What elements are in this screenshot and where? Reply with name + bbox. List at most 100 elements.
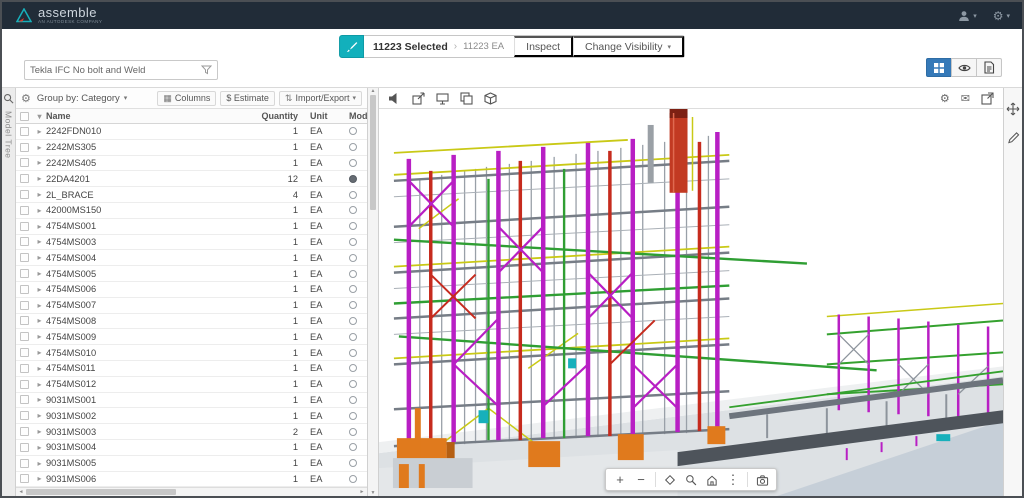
viewer-settings-gear-icon[interactable]: ⚙ [940,92,950,105]
row-checkbox[interactable] [20,206,29,215]
change-visibility-button[interactable]: Change Visibility ▾ [573,36,684,57]
column-header-quantity[interactable]: Quantity [245,111,303,121]
cube-icon[interactable] [484,92,497,105]
header-caret-down-icon[interactable]: ▾ [33,112,46,121]
row-checkbox[interactable] [20,395,29,404]
vertical-scroll-thumb[interactable] [370,95,376,210]
expand-caret-icon[interactable]: ▸ [33,332,46,341]
row-checkbox[interactable] [20,269,29,278]
expand-caret-icon[interactable]: ▸ [33,253,46,262]
row-checkbox[interactable] [20,285,29,294]
scroll-left-icon[interactable]: ◄ [16,489,26,495]
open-external-icon[interactable] [981,92,994,105]
grid-view-button[interactable] [926,58,952,77]
expand-caret-icon[interactable]: ▸ [33,206,46,215]
inspect-button[interactable]: Inspect [514,36,573,57]
expand-caret-icon[interactable]: ▸ [33,459,46,468]
row-checkbox[interactable] [20,332,29,341]
estimate-button[interactable]: $ Estimate [220,91,275,106]
expand-caret-icon[interactable]: ▸ [33,127,46,136]
settings-menu[interactable]: ⚙ ▾ [993,9,1010,23]
announce-icon[interactable] [388,92,401,105]
table-row[interactable]: ▸ 9031MS004 1 EA [16,440,367,456]
search-input[interactable] [30,65,201,76]
group-by-dropdown[interactable]: Group by: Category ▾ [37,93,127,104]
model-3d-scene[interactable] [379,109,1003,496]
user-menu[interactable]: ▾ [958,10,977,22]
table-row[interactable]: ▸ 9031MS003 2 EA [16,424,367,440]
row-checkbox[interactable] [20,158,29,167]
home-view-button[interactable] [702,470,722,489]
expand-caret-icon[interactable]: ▸ [33,237,46,246]
document-view-button[interactable] [976,58,1002,77]
table-row[interactable]: ▸ 4754MS007 1 EA [16,298,367,314]
table-row[interactable]: ▸ 4754MS012 1 EA [16,377,367,393]
export-view-icon[interactable] [412,92,425,105]
scroll-up-icon[interactable]: ▲ [368,88,378,94]
filter-funnel-icon[interactable] [201,65,212,75]
monitor-icon[interactable] [436,92,449,105]
import-export-button[interactable]: ⇅ Import/Export ▾ [279,91,362,106]
horizontal-scroll-thumb[interactable] [26,489,176,495]
table-row[interactable]: ▸ 4754MS009 1 EA [16,329,367,345]
expand-caret-icon[interactable]: ▸ [33,143,46,152]
table-row[interactable]: ▸ 9031MS002 1 EA [16,408,367,424]
more-options-button[interactable]: ⋮ [723,470,743,489]
row-checkbox[interactable] [20,143,29,152]
expand-caret-icon[interactable]: ▸ [33,443,46,452]
expand-caret-icon[interactable]: ▸ [33,380,46,389]
zoom-out-button[interactable]: − [631,470,651,489]
table-row[interactable]: ▸ 4754MS011 1 EA [16,361,367,377]
select-all-checkbox[interactable] [20,112,29,121]
row-checkbox[interactable] [20,459,29,468]
envelope-icon[interactable]: ✉ [961,92,970,105]
expand-caret-icon[interactable]: ▸ [33,316,46,325]
column-header-model[interactable]: Mod [345,111,367,121]
table-row[interactable]: ▸ 9031MS001 1 EA [16,393,367,409]
zoom-in-button[interactable]: + [610,470,630,489]
visual-view-button[interactable] [951,58,977,77]
table-row[interactable]: ▸ 4754MS001 1 EA [16,219,367,235]
expand-caret-icon[interactable]: ▸ [33,190,46,199]
row-checkbox[interactable] [20,427,29,436]
camera-snapshot-button[interactable] [752,470,772,489]
table-row[interactable]: ▸ 4754MS005 1 EA [16,266,367,282]
expand-caret-icon[interactable]: ▸ [33,269,46,278]
expand-caret-icon[interactable]: ▸ [33,395,46,404]
row-checkbox[interactable] [20,443,29,452]
table-row[interactable]: ▸ 22DA4201 12 EA [16,171,367,187]
pan-move-icon[interactable] [1006,102,1020,116]
expand-caret-icon[interactable]: ▸ [33,411,46,420]
expand-caret-icon[interactable]: ▸ [33,301,46,310]
row-checkbox[interactable] [20,348,29,357]
row-checkbox[interactable] [20,474,29,483]
table-row[interactable]: ▸ 2242MS405 1 EA [16,156,367,172]
expand-caret-icon[interactable]: ▸ [33,474,46,483]
table-row[interactable]: ▸ 9031MS006 1 EA [16,472,367,487]
expand-caret-icon[interactable]: ▸ [33,158,46,167]
table-row[interactable]: ▸ 9031MS005 1 EA [16,456,367,472]
column-header-name[interactable]: Name [46,111,245,121]
row-checkbox[interactable] [20,127,29,136]
scroll-down-icon[interactable]: ▼ [368,490,378,496]
table-row[interactable]: ▸ 4754MS008 1 EA [16,314,367,330]
row-checkbox[interactable] [20,316,29,325]
horizontal-scrollbar[interactable]: ◄ ► [16,487,367,496]
row-checkbox[interactable] [20,301,29,310]
row-checkbox[interactable] [20,237,29,246]
row-checkbox[interactable] [20,411,29,420]
row-checkbox[interactable] [20,190,29,199]
expand-caret-icon[interactable]: ▸ [33,222,46,231]
table-row[interactable]: ▸ 2L_BRACE 4 EA [16,187,367,203]
expand-caret-icon[interactable]: ▸ [33,285,46,294]
table-row[interactable]: ▸ 4754MS006 1 EA [16,282,367,298]
expand-caret-icon[interactable]: ▸ [33,364,46,373]
model-tree-tab[interactable]: Model Tree [4,111,14,159]
row-checkbox[interactable] [20,222,29,231]
grid-settings-gear-icon[interactable]: ⚙ [21,92,31,105]
column-header-unit[interactable]: Unit [303,111,345,121]
expand-caret-icon[interactable]: ▸ [33,348,46,357]
vertical-scrollbar[interactable]: ▲ ▼ [368,88,379,496]
expand-caret-icon[interactable]: ▸ [33,427,46,436]
table-row[interactable]: ▸ 2242FDN010 1 EA [16,124,367,140]
